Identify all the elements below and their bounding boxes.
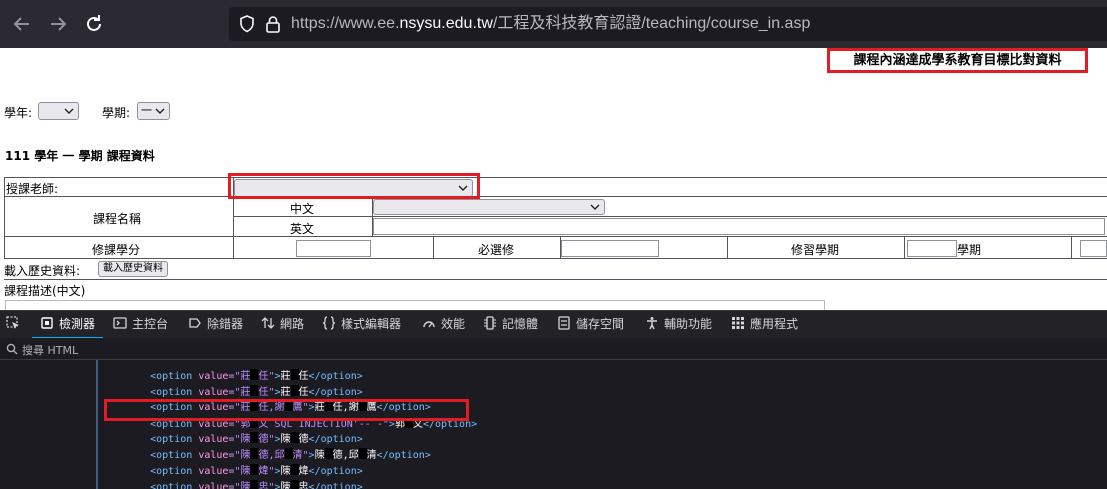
table-border [727,236,728,258]
code-line[interactable]: <option value="莊 任">莊 任</option> [114,369,363,398]
table-border [904,236,905,258]
tab-label: 儲存空間 [576,317,625,331]
tab-console[interactable]: 主控台 [113,311,168,339]
required-input[interactable] [561,240,659,257]
markup-view: <option value="莊 任">莊 任</option> <option v… [0,360,1107,489]
english-name-input[interactable] [373,218,1105,235]
semester-select[interactable]: 一 [137,102,170,120]
table-border [4,177,1107,178]
tab-label: 網路 [280,317,305,331]
forward-icon[interactable] [46,12,70,36]
chinese-label: 中文 [290,202,315,216]
tab-style-editor[interactable]: 樣式編輯器 [322,311,401,339]
application-icon [732,317,744,329]
table-border [4,236,1107,237]
chevron-down-icon [64,108,74,114]
table-border [4,279,1107,280]
tab-performance[interactable]: 效能 [422,311,465,339]
url-text: https://www.ee.nsysu.edu.tw/工程及科技教育認證/te… [291,15,811,32]
table-border [233,216,1107,217]
tab-inspector[interactable]: 檢測器 [32,311,104,339]
tab-application[interactable]: 應用程式 [731,311,798,339]
required-label: 必選修 [478,243,515,257]
page-content: 課程內涵達成學系教育目標比對資料 學年: 學期: 一 111 學年 一 學期 課… [0,48,1107,310]
table-border [1071,236,1072,258]
credits-input[interactable] [296,240,371,257]
chevron-down-icon [155,108,165,114]
description-label: 課程描述(中文) [4,284,86,298]
injection-highlight [104,399,469,421]
indent-guide [96,360,98,489]
tab-label: 效能 [441,317,466,331]
load-history-button[interactable]: 載入歷史資料 [98,261,168,277]
table-border [4,258,1107,259]
console-icon [113,317,127,329]
browser-toolbar: https://www.ee.nsysu.edu.tw/工程及科技教育認證/te… [0,0,1107,48]
chinese-name-select[interactable] [373,199,605,215]
year-select[interactable] [38,102,79,120]
teacher-label: 授課老師: [6,182,59,196]
tab-label: 應用程式 [750,317,799,331]
tab-label: 記憶體 [502,317,539,331]
tab-label: 輔助功能 [664,317,713,331]
debugger-icon [189,318,201,328]
back-icon[interactable] [10,12,34,36]
code-line[interactable]: <option value="陳 忠">陳 忠</option> [114,464,363,489]
tab-label: 檢測器 [59,317,96,331]
english-label: 英文 [290,222,315,236]
page-title: 課程內涵達成學系教育目標比對資料 [827,48,1088,73]
tab-accessibility[interactable]: 輔助功能 [645,311,712,339]
inspector-icon [41,317,53,329]
code-line[interactable]: <option value="莊 任">莊 任</option> [114,360,363,382]
code-line[interactable]: <option value="陳 煒">陳 煒</option> [114,448,363,477]
reload-icon[interactable] [82,12,106,36]
html-search-bar[interactable]: 搜尋 HTML [0,338,1107,360]
credits-label: 修課學分 [92,243,141,257]
code-line[interactable]: <option value="陳 德,邱 清">陳 德,邱 清</option> [114,432,431,461]
description-textarea[interactable] [5,300,825,310]
tab-label: 樣式編輯器 [341,317,402,331]
table-border [4,196,1107,197]
element-picker-icon[interactable] [6,311,25,339]
style-editor-icon [322,316,336,330]
tab-memory[interactable]: 記憶體 [483,311,538,339]
search-placeholder: 搜尋 HTML [22,344,79,357]
network-icon [261,317,275,329]
term-label: 修習學期 [791,243,840,257]
chevron-down-icon [590,204,600,210]
table-border [4,177,5,258]
storage-icon [558,316,570,330]
code-line[interactable]: <option value="陳義">陳義</option> [114,480,363,489]
url-bar[interactable]: https://www.ee.nsysu.edu.tw/工程及科技教育認證/te… [229,7,1107,41]
tracking-protection-icon[interactable] [237,14,257,34]
code-line[interactable]: <option value="莊 任,謝 鷹">莊 任,謝 鷹</option> [114,384,431,413]
devtools-tabbar: 檢測器 主控台 除錯器 網路 樣式編輯器 效能 記憶體 儲存空間 輔助功能 應用… [0,310,1107,339]
course-name-label: 課程名稱 [93,212,142,226]
semester-suffix-label: 學期 [957,243,982,257]
history-label: 載入歷史資料: [4,264,81,278]
tab-label: 主控台 [132,317,169,331]
course-heading: 111 學年 一 學期 課程資料 [5,149,155,163]
semester-value: 一 [141,104,152,117]
lock-icon[interactable] [263,14,283,34]
memory-icon [484,316,496,330]
table-border [433,236,434,258]
search-icon [6,343,18,355]
teacher-select-highlight [228,173,480,199]
semester-label: 學期: [102,106,131,120]
year-label: 學年: [4,106,33,120]
tab-storage[interactable]: 儲存空間 [557,311,624,339]
accessibility-icon [647,317,657,330]
tab-network[interactable]: 網路 [261,311,304,339]
tab-label: 除錯器 [207,317,244,331]
tab-debugger[interactable]: 除錯器 [188,311,243,339]
performance-icon [423,321,435,328]
term-input[interactable] [907,240,957,257]
extra-input[interactable] [1080,240,1107,257]
